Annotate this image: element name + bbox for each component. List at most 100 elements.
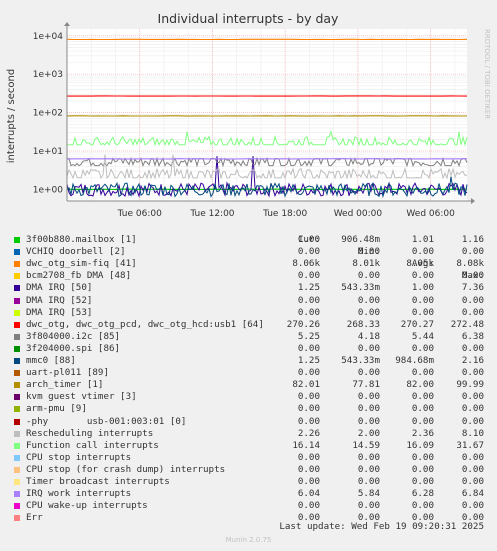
legend-row: IRQ work interrupts 6.04 5.84 6.28 6.84: [14, 488, 494, 500]
legend-row: kvm guest vtimer [3] 0.00 0.00 0.00 0.00: [14, 391, 494, 403]
legend-label: 3f204000.spi [86]: [26, 342, 121, 354]
legend-swatch: [14, 333, 20, 340]
legend-cur-value: 0.00: [297, 403, 320, 415]
legend-cur-value: 1.25: [297, 355, 320, 367]
legend-avg-value: 0.00: [411, 367, 434, 379]
legend-cur-value: 1.25: [297, 282, 320, 294]
legend-avg-value: 0.00: [411, 306, 434, 318]
legend-avg-value: 6.28: [411, 488, 434, 500]
legend-avg-value: 2.36: [411, 427, 434, 439]
legend-min-value: 4.18: [357, 330, 380, 342]
legend-swatch: [14, 418, 20, 425]
legend-min-value: 543.33m: [341, 355, 380, 367]
x-tick-label: Wed 06:00: [406, 209, 455, 219]
legend-cur-value: 82.01: [292, 379, 320, 391]
legend-row: Rescheduling interrupts 2.26 2.00 2.36 8.10: [14, 428, 494, 440]
legend-max-value: 2.16: [461, 355, 484, 367]
legend-avg-value: 0.00: [411, 270, 434, 282]
legend-min-value: 0.00: [357, 451, 380, 463]
legend-max-value: 6.38: [461, 330, 484, 342]
x-axis-arrow: [471, 198, 475, 204]
legend-swatch: [14, 285, 20, 292]
legend-swatch: [14, 442, 20, 449]
y-tick-label: 1e+03: [33, 70, 63, 80]
legend-cur-value: 270.26: [286, 318, 320, 330]
legend-swatch: [14, 297, 20, 304]
legend-cur-value: 0.00: [297, 463, 320, 475]
legend-label: uart-pl011 [89]: [26, 367, 109, 379]
legend-max-value: 0.00: [461, 463, 484, 475]
legend-cur-value: 5.25: [297, 330, 320, 342]
legend-cur-value: 6.04: [297, 488, 320, 500]
legend-avg-value: 0.00: [411, 463, 434, 475]
legend-label: DMA IRQ [52]: [26, 294, 93, 306]
legend-min-value: 0.00: [357, 294, 380, 306]
legend-cur-value: 0.00: [297, 500, 320, 512]
legend-min-value: 2.00: [357, 427, 380, 439]
legend-min-value: 0.00: [357, 475, 380, 487]
legend-label: mmc0 [88]: [26, 355, 76, 367]
legend-cur-value: 0.00: [297, 294, 320, 306]
legend-cur-value: 0.00: [297, 306, 320, 318]
legend-avg-value: 0.00: [411, 391, 434, 403]
legend-row: 3f00b880.mailbox [1] 1.00 906.48m 1.01 1.16: [14, 234, 494, 246]
legend-cur-value: 0.00: [297, 451, 320, 463]
legend-label: arch_timer [1]: [26, 379, 104, 391]
legend-row: dwc_otg, dwc_otg_pcd, dwc_otg_hcd:usb1 […: [14, 319, 494, 331]
legend-avg-value: 0.00: [411, 475, 434, 487]
legend-min-value: 77.81: [352, 379, 380, 391]
legend-max-value: 0.00: [461, 451, 484, 463]
legend-max-value: 272.48: [450, 318, 484, 330]
legend-max-value: 0.00: [461, 246, 484, 258]
legend-avg-value: 82.00: [406, 379, 434, 391]
legend-min-value: 543.33m: [341, 282, 380, 294]
legend-max-value: 0.00: [461, 367, 484, 379]
legend-label: bcm2708_fb DMA [48]: [26, 270, 132, 282]
legend-swatch: [14, 358, 20, 365]
legend-label: DMA IRQ [53]: [26, 306, 93, 318]
legend-max-value: 8.10: [461, 427, 484, 439]
legend-row: -phy usb-001:003:01 [0] 0.00 0.00 0.00 0.00: [14, 416, 494, 428]
legend-label: Timer broadcast interrupts: [26, 475, 170, 487]
legend-min-value: 5.84: [357, 488, 380, 500]
legend-swatch: [14, 466, 20, 473]
legend-row: mmc0 [88] 1.25 543.33m 984.68m 2.16: [14, 355, 494, 367]
legend-label: 3f804000.i2c [85]: [26, 330, 121, 342]
legend-swatch: [14, 491, 20, 498]
legend-row: VCHIQ doorbell [2] 0.00 0.00 0.00 0.00: [14, 246, 494, 258]
legend-cur-value: 2.26: [297, 427, 320, 439]
legend-rows: 3f00b880.mailbox [1] 1.00 906.48m 1.01 1.16 V…: [14, 234, 494, 524]
legend-swatch: [14, 237, 20, 244]
legend-min-value: 14.59: [352, 439, 380, 451]
legend-avg-value: 8.05k: [406, 258, 434, 270]
legend: Cur: Min: Avg: Max: 3f00b880.mailbox [1]…: [14, 222, 494, 524]
legend-cur-value: 0.00: [297, 391, 320, 403]
legend-avg-value: 0.00: [411, 342, 434, 354]
legend-avg-value: 270.27: [400, 318, 434, 330]
legend-max-value: 0.00: [461, 270, 484, 282]
legend-label: Rescheduling interrupts: [26, 427, 154, 439]
legend-min-value: 268.33: [346, 318, 380, 330]
legend-max-value: 31.67: [456, 439, 484, 451]
legend-row: CPU stop interrupts 0.00 0.00 0.00 0.00: [14, 452, 494, 464]
legend-swatch: [14, 430, 20, 437]
legend-min-value: 0.00: [357, 403, 380, 415]
legend-avg-value: 0.00: [411, 403, 434, 415]
legend-cur-value: 16.14: [292, 439, 320, 451]
legend-avg-value: 0.00: [411, 451, 434, 463]
legend-max-value: 0.00: [461, 342, 484, 354]
legend-cur-value: 0.00: [297, 270, 320, 282]
legend-max-value: 0.00: [461, 403, 484, 415]
last-update: Last update: Wed Feb 19 09:20:31 2025: [279, 521, 484, 532]
legend-cur-value: 0.00: [297, 475, 320, 487]
legend-swatch: [14, 309, 20, 316]
legend-cur-value: 0.00: [297, 246, 320, 258]
legend-row: DMA IRQ [53] 0.00 0.00 0.00 0.00: [14, 307, 494, 319]
legend-swatch: [14, 261, 20, 268]
legend-cur-value: 0.00: [297, 415, 320, 427]
legend-min-value: 906.48m: [341, 234, 380, 246]
legend-label: Function call interrupts: [26, 439, 159, 451]
legend-max-value: 0.00: [461, 306, 484, 318]
munin-version: Munin 2.0.75: [225, 536, 272, 544]
y-tick-label: 1e+01: [33, 147, 63, 157]
